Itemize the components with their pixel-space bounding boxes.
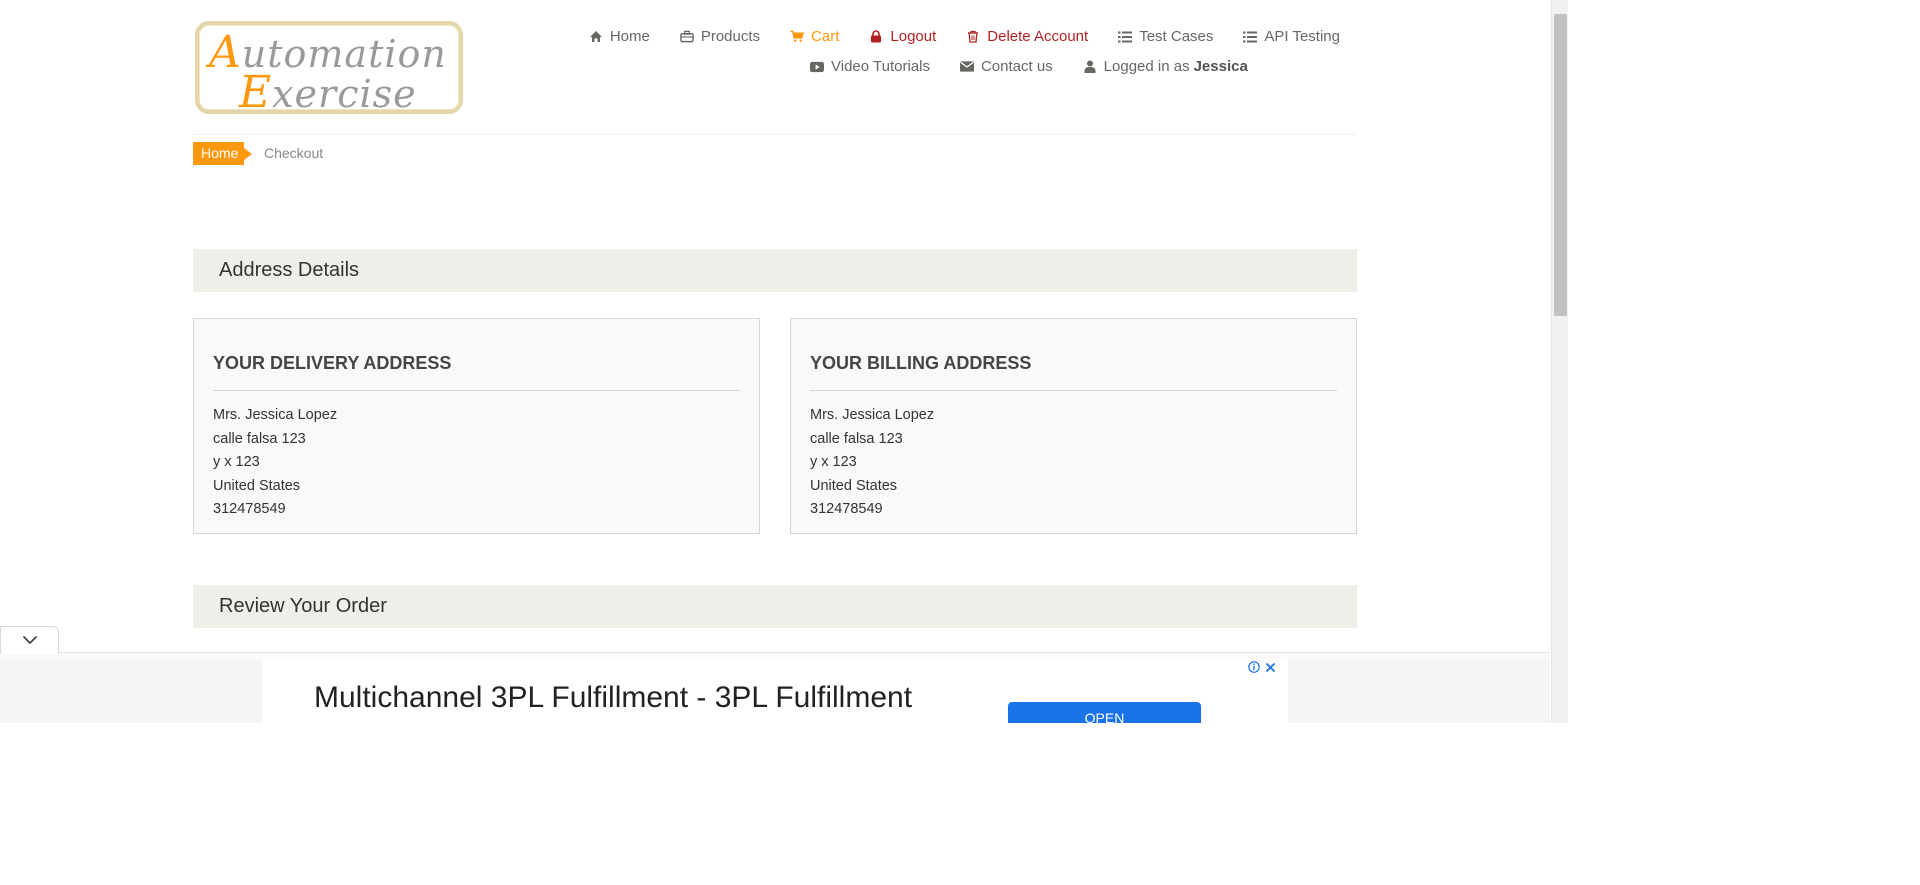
nav-row-secondary: Video Tutorials Contact us Logged in as J… — [810, 58, 1248, 75]
billing-address-title: YOUR BILLING ADDRESS — [810, 353, 1032, 373]
site-logo[interactable]: Automation Exercise — [195, 21, 463, 118]
delivery-name: Mrs. Jessica Lopez — [213, 407, 338, 423]
ad-collapse-button[interactable] — [0, 626, 59, 654]
nav-logout[interactable]: Logout — [869, 28, 936, 45]
scrollbar-thumb[interactable] — [1554, 14, 1567, 316]
review-order-heading: Review Your Order — [193, 585, 1357, 628]
briefcase-icon — [680, 30, 694, 43]
billing-phone: 312478549 — [810, 501, 883, 517]
page: Automation Exercise Home Products Cart L… — [0, 0, 1568, 723]
nav-row-primary: Home Products Cart Logout Delete Account… — [589, 28, 1340, 45]
chevron-down-icon — [22, 632, 38, 650]
info-icon[interactable] — [1248, 661, 1260, 676]
divider — [213, 390, 740, 391]
billing-address-box: YOUR BILLING ADDRESS Mrs. Jessica Lopez … — [790, 318, 1357, 534]
cart-icon — [790, 30, 805, 43]
header-divider — [193, 134, 1357, 135]
trash-icon — [966, 30, 980, 43]
delivery-country: United States — [213, 477, 301, 494]
billing-address1: calle falsa 123 — [810, 430, 903, 447]
address-details-heading: Address Details — [193, 249, 1357, 292]
logo-line-2: Exercise — [239, 67, 417, 118]
ad-content[interactable]: Multichannel 3PL Fulfillment - 3PL Fulfi… — [262, 659, 1288, 723]
billing-address-lines: Mrs. Jessica Lopez calle falsa 123 y x 1… — [810, 404, 934, 522]
delivery-address-box: YOUR DELIVERY ADDRESS Mrs. Jessica Lopez… — [193, 318, 760, 534]
close-icon[interactable] — [1265, 661, 1276, 676]
billing-name: Mrs. Jessica Lopez — [810, 407, 935, 423]
breadcrumb-home[interactable]: Home — [193, 142, 253, 165]
ad-open-button[interactable]: OPEN — [1008, 702, 1201, 723]
billing-country: United States — [810, 477, 898, 494]
home-icon — [589, 30, 603, 43]
nav-video-tutorials[interactable]: Video Tutorials — [810, 58, 930, 75]
delivery-phone: 312478549 — [213, 501, 286, 517]
user-icon — [1083, 60, 1097, 73]
ad-headline[interactable]: Multichannel 3PL Fulfillment - 3PL Fulfi… — [314, 681, 912, 715]
nav-contact-us[interactable]: Contact us — [959, 58, 1053, 75]
delivery-address2: y x 123 — [213, 454, 260, 470]
billing-address2: y x 123 — [810, 454, 857, 470]
list-icon — [1243, 31, 1258, 43]
youtube-play-icon — [810, 61, 824, 73]
list-icon — [1118, 31, 1133, 43]
nav-api-testing[interactable]: API Testing — [1243, 28, 1340, 45]
nav-logged-in-as: Logged in as Jessica — [1083, 58, 1248, 75]
ad-banner: Multichannel 3PL Fulfillment - 3PL Fulfi… — [0, 659, 1550, 723]
ad-choices[interactable] — [1248, 661, 1276, 676]
nav-test-cases[interactable]: Test Cases — [1118, 28, 1213, 45]
nav-delete-account[interactable]: Delete Account — [966, 28, 1088, 45]
delivery-address1: calle falsa 123 — [213, 430, 306, 447]
logged-in-username: Jessica — [1193, 58, 1248, 75]
nav-home[interactable]: Home — [589, 28, 650, 45]
divider — [810, 390, 1337, 391]
lock-icon — [869, 30, 883, 43]
nav-products[interactable]: Products — [680, 28, 760, 45]
delivery-address-lines: Mrs. Jessica Lopez calle falsa 123 y x 1… — [213, 404, 337, 522]
page-scrollbar[interactable] — [1551, 0, 1568, 723]
envelope-icon — [959, 61, 974, 72]
delivery-address-title: YOUR DELIVERY ADDRESS — [213, 353, 452, 373]
nav-cart[interactable]: Cart — [790, 28, 839, 45]
breadcrumb-current: Checkout — [264, 145, 324, 161]
